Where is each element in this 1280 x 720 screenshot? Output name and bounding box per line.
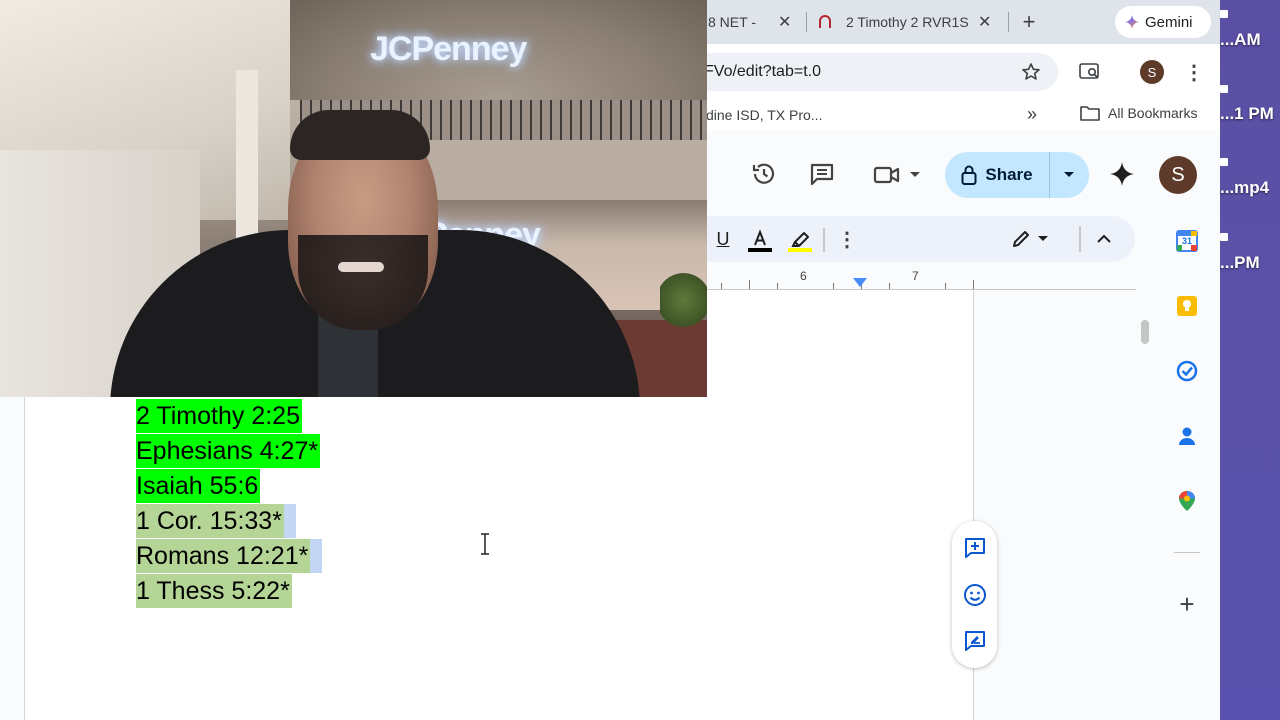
share-button[interactable]: Share: [945, 152, 1049, 198]
horizontal-ruler: 6 7: [707, 268, 1136, 290]
desktop-file-icon[interactable]: [1220, 85, 1228, 93]
video-camera-icon: [873, 166, 900, 184]
text-color-button[interactable]: [747, 226, 773, 254]
share-options-button[interactable]: [1049, 152, 1089, 198]
verse-text: 2 Timothy 2:25: [136, 398, 302, 433]
verse-line[interactable]: 2 Timothy 2:25: [136, 398, 322, 433]
new-tab-button[interactable]: +: [1016, 8, 1042, 36]
gemini-button[interactable]: Gemini: [1115, 6, 1211, 38]
verse-list: 2 Timothy 2:25 Ephesians 4:27* Isaiah 55…: [136, 398, 323, 608]
highlighter-icon: [788, 232, 812, 252]
selection-tail: [310, 538, 323, 573]
lock-icon: [961, 165, 977, 185]
more-bookmarks-icon[interactable]: »: [1027, 104, 1037, 125]
underline-button[interactable]: U: [713, 228, 733, 250]
calendar-day: 31: [1182, 236, 1193, 246]
calendar-icon[interactable]: 31: [1176, 230, 1198, 252]
folder-icon: [1080, 106, 1100, 121]
browser-menu-icon[interactable]: ⋮: [1184, 60, 1204, 84]
maps-icon[interactable]: [1176, 490, 1198, 512]
suggest-edits-icon[interactable]: [963, 629, 987, 653]
desktop-background: ...AM ...1 PM ...mp4 ...PM: [1220, 0, 1280, 720]
gemini-sparkle-icon[interactable]: [1108, 160, 1136, 188]
person-hair: [290, 110, 430, 160]
meet-button[interactable]: [872, 162, 922, 188]
tab-divider: [1008, 12, 1009, 32]
ruler-mark: 7: [912, 269, 919, 283]
verse-text: Ephesians 4:27*: [136, 433, 321, 468]
address-bar[interactable]: FVo/edit?tab=t.0: [690, 53, 1058, 91]
bookmark-item[interactable]: dine ISD, TX Pro...: [706, 107, 822, 123]
side-panel: 31 +: [1152, 220, 1220, 720]
caret-down-icon: [1064, 172, 1074, 177]
formatting-toolbar: U ⋮: [707, 216, 1135, 262]
potted-plant: [660, 270, 707, 330]
gemini-icon: [1125, 15, 1139, 29]
desktop-file-label[interactable]: ...PM: [1220, 253, 1280, 273]
screen: 8 NET - ✕ 2 Timothy 2 RVR1S ✕ + Gemini F…: [0, 0, 1280, 720]
webcam-overlay: JCPenney Penney: [0, 0, 707, 397]
tab-divider: [806, 12, 807, 32]
account-avatar[interactable]: S: [1159, 156, 1197, 194]
version-history-icon[interactable]: [750, 160, 778, 188]
add-emoji-reaction-icon[interactable]: [963, 583, 987, 607]
highlight-color-button[interactable]: [787, 226, 813, 254]
document-scrollbar[interactable]: [1141, 320, 1149, 344]
caret-down-icon: [1038, 236, 1048, 241]
desktop-file-icon[interactable]: [1220, 233, 1228, 241]
bible-app-icon: [819, 15, 831, 28]
gemini-label: Gemini: [1145, 13, 1193, 31]
add-comment-icon[interactable]: [963, 536, 987, 560]
verse-text: Romans 12:21*: [136, 538, 311, 573]
selection-tail: [283, 503, 296, 538]
profile-avatar[interactable]: S: [1140, 60, 1164, 84]
desktop-file-label[interactable]: ...AM: [1220, 30, 1280, 50]
verse-line[interactable]: 1 Thess 5:22*: [136, 573, 322, 608]
store-sign-top: JCPenney: [370, 30, 527, 68]
tasks-icon[interactable]: [1176, 360, 1198, 382]
desktop-file-label[interactable]: ...1 PM: [1220, 104, 1280, 124]
verse-text: Isaiah 55:6: [136, 468, 261, 503]
floating-action-bar: [952, 521, 997, 668]
editing-mode-button[interactable]: [1009, 228, 1051, 250]
all-bookmarks-button[interactable]: All Bookmarks: [1080, 105, 1197, 121]
collapse-toolbar-icon[interactable]: [1095, 230, 1113, 248]
verse-line[interactable]: Isaiah 55:6: [136, 468, 322, 503]
toolbar-divider: [823, 228, 825, 252]
keep-icon[interactable]: [1176, 295, 1198, 317]
close-tab-icon[interactable]: ✕: [778, 12, 791, 32]
text-cursor-icon: [481, 533, 489, 555]
desktop-file-label[interactable]: ...mp4: [1220, 178, 1280, 198]
all-bookmarks-label: All Bookmarks: [1108, 105, 1198, 121]
tab-net[interactable]: 8 NET - ✕: [708, 8, 798, 36]
side-panel-divider: [1174, 552, 1200, 553]
toolbar-divider: [1079, 226, 1081, 252]
close-tab-icon[interactable]: ✕: [978, 12, 991, 32]
more-options-icon[interactable]: ⋮: [837, 228, 857, 251]
verse-line[interactable]: Ephesians 4:27*: [136, 433, 322, 468]
desktop-file-icon[interactable]: [1220, 158, 1228, 166]
tab-2-timothy[interactable]: 2 Timothy 2 RVR1S ✕: [816, 8, 1002, 36]
tab-label: 8 NET -: [708, 14, 756, 30]
caret-down-icon: [910, 172, 920, 177]
tab-search-icon[interactable]: [1078, 61, 1102, 83]
verse-line[interactable]: Romans 12:21*: [136, 538, 323, 573]
right-indent-marker[interactable]: [853, 278, 867, 288]
url-text: FVo/edit?tab=t.0: [704, 63, 821, 80]
share-control: Share: [945, 152, 1089, 198]
verse-text: 1 Cor. 15:33*: [136, 503, 284, 538]
share-label: Share: [985, 165, 1033, 184]
verse-text: 1 Thess 5:22*: [136, 573, 292, 608]
get-add-ons-icon[interactable]: +: [1176, 589, 1198, 619]
pencil-icon: [1013, 231, 1029, 247]
ruler-mark: 6: [800, 269, 807, 283]
person-mouth: [338, 262, 384, 272]
tab-label: 2 Timothy 2 RVR1S: [846, 14, 968, 30]
comments-icon[interactable]: [808, 161, 836, 187]
contacts-icon[interactable]: [1176, 425, 1198, 447]
desktop-file-icon[interactable]: [1220, 10, 1228, 18]
bookmark-star-icon[interactable]: [1020, 62, 1042, 82]
verse-line[interactable]: 1 Cor. 15:33*: [136, 503, 322, 538]
text-color-icon: [748, 229, 772, 252]
